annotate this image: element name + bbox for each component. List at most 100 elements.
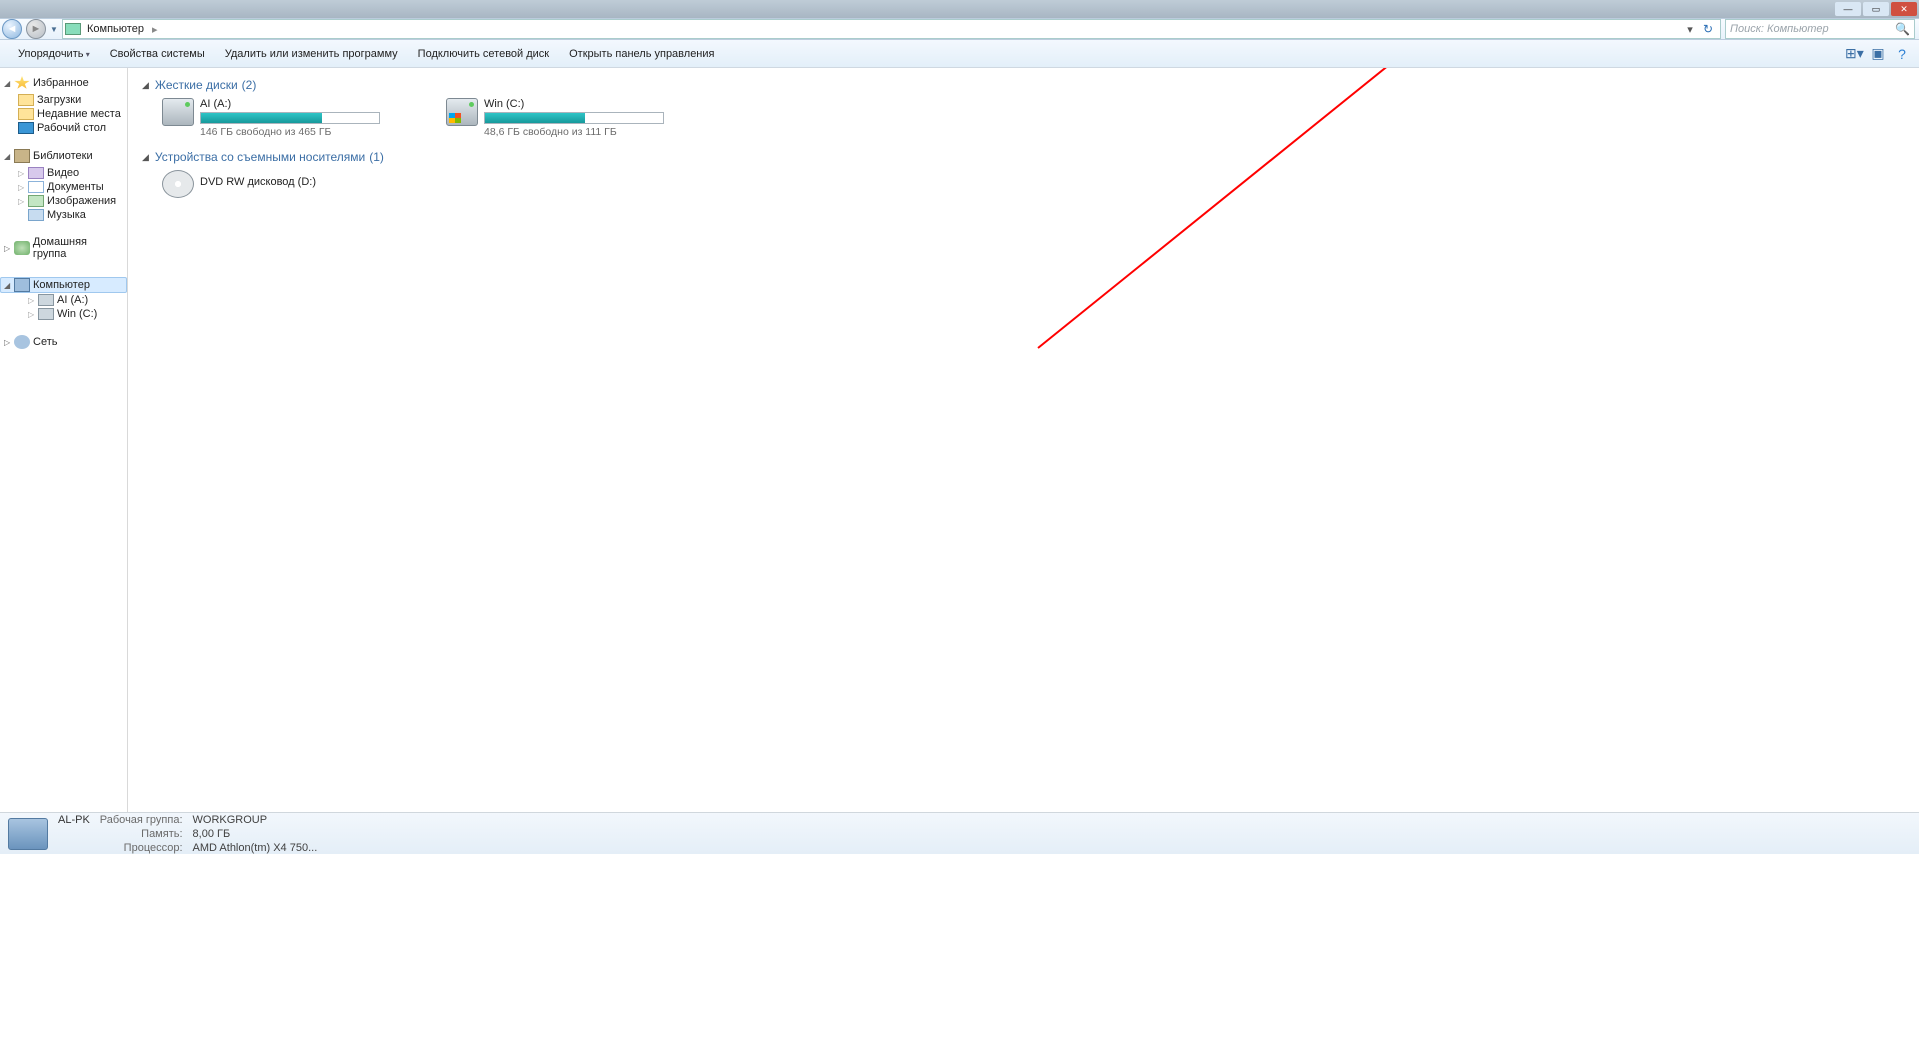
preview-pane-icon[interactable]: ▣	[1869, 45, 1887, 62]
sidebar-head-homegroup[interactable]: ▷ Домашняя группа	[0, 236, 127, 263]
sidebar-item-recent[interactable]: Недавние места	[0, 107, 127, 121]
back-button[interactable]: ◄	[0, 18, 24, 40]
sidebar-item-drive-a[interactable]: ▷ AI (A:)	[0, 293, 127, 307]
drive-d[interactable]: DVD RW дисковод (D:)	[162, 170, 422, 198]
sidebar-group-homegroup: ▷ Домашняя группа	[0, 236, 127, 263]
chevron-right-icon[interactable]: ▸	[150, 23, 160, 36]
close-button[interactable]: ✕	[1891, 2, 1917, 16]
drive-usage-bar	[484, 112, 664, 124]
uninstall-program-button[interactable]: Удалить или изменить программу	[215, 48, 408, 60]
sidebar-item-desktop[interactable]: Рабочий стол	[0, 121, 127, 135]
cpu-label: Процессор:	[100, 842, 183, 854]
sidebar-head-network[interactable]: ▷ Сеть	[0, 335, 127, 352]
hdd-icon	[162, 98, 194, 126]
library-icon	[14, 149, 30, 163]
memory-label: Память:	[100, 828, 183, 840]
sidebar-head-favorites[interactable]: ◢ Избранное	[0, 76, 127, 93]
category-label: Устройства со съемными носителями	[155, 150, 365, 164]
computer-icon	[8, 818, 48, 850]
sidebar-item-label: AI (A:)	[57, 294, 88, 306]
computer-icon	[65, 23, 81, 35]
drive-free-text: 146 ГБ свободно из 465 ГБ	[200, 126, 422, 138]
sidebar-item-drive-c[interactable]: ▷Win (C:)	[0, 307, 127, 321]
homegroup-icon	[14, 241, 30, 255]
sidebar-item-label: Изображения	[47, 195, 116, 207]
sidebar-label: Сеть	[33, 336, 57, 348]
sidebar-group-favorites: ◢ Избранное Загрузки Недавние места Рабо…	[0, 76, 127, 135]
browser-titlebar: — ▭ ✕	[0, 0, 1919, 18]
category-label: Жесткие диски	[155, 78, 238, 92]
sidebar-item-video[interactable]: ▷Видео	[0, 166, 127, 180]
folder-icon	[18, 108, 34, 120]
desktop-icon	[18, 122, 34, 134]
category-hard-drives[interactable]: ◢ Жесткие диски (2)	[138, 74, 1909, 98]
path-dropdown[interactable]: ▾	[1682, 23, 1698, 36]
path-segment[interactable]: Компьютер	[85, 23, 150, 35]
history-dropdown[interactable]: ▼	[48, 25, 60, 34]
chevron-icon: ▷	[18, 183, 28, 192]
sidebar-item-label: Недавние места	[37, 108, 121, 120]
sidebar-item-music[interactable]: Музыка	[0, 208, 127, 222]
details-pane: AL-PK Рабочая группа: WORKGROUP Память: …	[0, 812, 1919, 854]
cpu-value: AMD Athlon(tm) X4 750...	[193, 842, 318, 854]
dvd-icon	[162, 170, 194, 198]
expand-icon: ◢	[4, 79, 14, 88]
expand-icon: ◢	[4, 152, 14, 161]
view-options-icon[interactable]: ⊞▾	[1845, 45, 1863, 62]
sidebar-head-libraries[interactable]: ◢ Библиотеки	[0, 149, 127, 166]
sidebar-item-computer[interactable]: ◢ Компьютер	[0, 277, 127, 293]
sidebar-item-label: Документы	[47, 181, 104, 193]
expand-icon: ▷	[4, 244, 14, 253]
folder-icon	[18, 94, 34, 106]
network-icon	[14, 335, 30, 349]
drive-name: AI (A:)	[200, 98, 422, 112]
maximize-button[interactable]: ▭	[1863, 2, 1889, 16]
path-box[interactable]: Компьютер ▸ ▾ ↻	[62, 19, 1721, 39]
video-icon	[28, 167, 44, 179]
category-removable[interactable]: ◢ Устройства со съемными носителями (1)	[138, 146, 1909, 170]
expand-icon: ▷	[4, 338, 14, 347]
refresh-button[interactable]: ↻	[1698, 22, 1718, 36]
sidebar-item-label: Рабочий стол	[37, 122, 106, 134]
category-count: (2)	[242, 78, 257, 92]
sidebar-item-documents[interactable]: ▷ Документы	[0, 180, 127, 194]
collapse-icon: ◢	[142, 152, 149, 163]
hdd-icon	[446, 98, 478, 126]
chevron-icon: ▷	[18, 169, 28, 178]
body-area: ◢ Избранное Загрузки Недавние места Рабо…	[0, 68, 1919, 812]
star-icon	[14, 76, 30, 90]
arrow-left-icon: ◄	[2, 19, 22, 39]
control-panel-button[interactable]: Открыть панель управления	[559, 48, 724, 60]
drive-c[interactable]: Win (C:) 48,6 ГБ свободно из 111 ГБ	[446, 98, 706, 138]
sidebar-label: Избранное	[33, 77, 89, 89]
address-bar: ◄ ► ▼ Компьютер ▸ ▾ ↻ Поиск: Компьютер 🔍	[0, 18, 1919, 40]
minimize-button[interactable]: —	[1835, 2, 1861, 16]
drive-name: DVD RW дисковод (D:)	[200, 170, 422, 190]
drive-name: Win (C:)	[484, 98, 706, 112]
document-icon	[28, 181, 44, 193]
sidebar-item-images[interactable]: ▷Изображения	[0, 194, 127, 208]
system-properties-button[interactable]: Свойства системы	[100, 48, 215, 60]
expand-icon: ◢	[4, 281, 14, 290]
sidebar: ◢ Избранное Загрузки Недавние места Рабо…	[0, 68, 128, 812]
search-placeholder: Поиск: Компьютер	[1730, 23, 1829, 35]
map-drive-button[interactable]: Подключить сетевой диск	[408, 48, 559, 60]
category-count: (1)	[369, 150, 384, 164]
sidebar-label: Библиотеки	[33, 150, 93, 162]
drive-free-text: 48,6 ГБ свободно из 111 ГБ	[484, 126, 706, 138]
toolbar: Упорядочить Свойства системы Удалить или…	[0, 40, 1919, 68]
chevron-icon: ▷	[28, 310, 38, 319]
organize-menu[interactable]: Упорядочить	[8, 48, 100, 60]
drive-a[interactable]: AI (A:) 146 ГБ свободно из 465 ГБ	[162, 98, 422, 138]
sidebar-label: Домашняя группа	[33, 236, 123, 260]
computer-name: AL-PK	[58, 814, 90, 826]
search-input[interactable]: Поиск: Компьютер 🔍	[1725, 19, 1915, 39]
sidebar-item-downloads[interactable]: Загрузки	[0, 93, 127, 107]
help-icon[interactable]: ?	[1893, 46, 1911, 62]
sidebar-group-network: ▷ Сеть	[0, 335, 127, 352]
music-icon	[28, 209, 44, 221]
explorer-window: ◄ ► ▼ Компьютер ▸ ▾ ↻ Поиск: Компьютер 🔍…	[0, 18, 1919, 854]
forward-button[interactable]: ►	[24, 18, 48, 40]
chevron-icon: ▷	[28, 296, 38, 305]
sidebar-group-libraries: ◢ Библиотеки ▷Видео ▷Документы ▷Изображе…	[0, 149, 127, 222]
